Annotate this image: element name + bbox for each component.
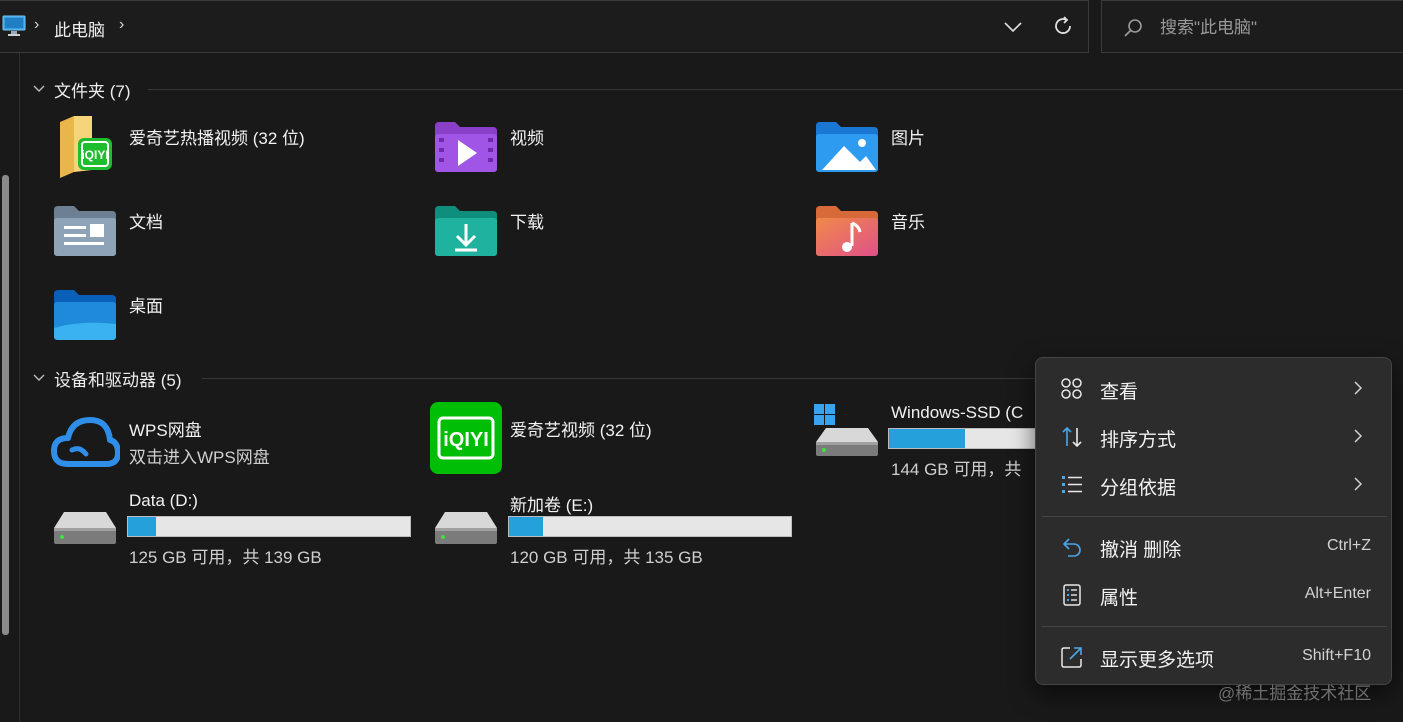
menu-item-label: 显示更多选项 bbox=[1100, 650, 1215, 671]
device-name: WPS网盘 bbox=[129, 421, 202, 440]
iqiyi-app-icon: iQIYI bbox=[430, 402, 502, 474]
documents-folder-icon bbox=[54, 206, 116, 256]
breadcrumb-this-pc[interactable]: 此电脑 bbox=[54, 16, 105, 41]
folder-item-music[interactable]: 音乐 bbox=[814, 196, 1144, 266]
watermark: @稀土掘金技术社区 bbox=[1218, 684, 1372, 703]
undo-icon bbox=[1062, 538, 1081, 557]
folder-item-videos[interactable]: 视频 bbox=[433, 112, 763, 182]
device-item-drive-d[interactable]: Data (D:) 125 GB 可用，共 139 GB bbox=[52, 490, 412, 567]
menu-item-label: 排序方式 bbox=[1100, 430, 1177, 451]
storage-usage-fill bbox=[128, 517, 157, 536]
menu-item-shortcut: Ctrl+Z bbox=[1327, 537, 1371, 554]
menu-item-label: 查看 bbox=[1100, 382, 1139, 403]
menu-item-undo-delete[interactable]: 撤消 删除 Ctrl+Z bbox=[1042, 524, 1387, 568]
this-pc-icon bbox=[2, 15, 26, 36]
menu-item-label: 属性 bbox=[1100, 588, 1139, 609]
grid-view-icon bbox=[1061, 378, 1082, 399]
device-item-drive-e[interactable]: 新加卷 (E:) 120 GB 可用，共 135 GB bbox=[433, 490, 793, 567]
drive-icon bbox=[54, 512, 116, 544]
music-folder-icon bbox=[816, 206, 878, 256]
device-subtitle: 双击进入WPS网盘 bbox=[129, 448, 270, 467]
chevron-right-icon bbox=[1354, 381, 1363, 395]
storage-usage-bar bbox=[127, 516, 411, 537]
group-divider bbox=[148, 89, 1403, 90]
windows-drive-icon bbox=[814, 404, 878, 456]
breadcrumb-separator-icon[interactable]: › bbox=[119, 16, 124, 34]
more-options-icon bbox=[1061, 647, 1082, 668]
folder-item-documents[interactable]: 文档 bbox=[52, 196, 382, 266]
folder-item-pictures[interactable]: 图片 bbox=[814, 112, 1144, 182]
breadcrumb-separator-icon[interactable]: › bbox=[34, 16, 39, 34]
videos-folder-icon bbox=[435, 122, 497, 172]
folder-name: 音乐 bbox=[891, 213, 925, 232]
search-icon bbox=[1124, 19, 1142, 37]
folder-name: 下载 bbox=[510, 213, 544, 232]
sort-icon bbox=[1062, 426, 1082, 448]
storage-usage-bar bbox=[888, 428, 1048, 449]
chevron-down-icon bbox=[33, 85, 45, 92]
folder-name: 视频 bbox=[510, 129, 544, 148]
folder-item-desktop[interactable]: 桌面 bbox=[52, 280, 382, 350]
menu-item-show-more-options[interactable]: 显示更多选项 Shift+F10 bbox=[1042, 634, 1387, 678]
storage-usage-text: 125 GB 可用，共 139 GB bbox=[129, 548, 322, 567]
chevron-right-icon bbox=[1354, 429, 1363, 443]
storage-usage-bar bbox=[508, 516, 792, 537]
folder-name: 文档 bbox=[129, 213, 163, 232]
menu-item-label: 分组依据 bbox=[1100, 478, 1177, 499]
menu-item-shortcut: Alt+Enter bbox=[1304, 585, 1371, 602]
group-header-devices[interactable]: 设备和驱动器 (5) bbox=[32, 366, 182, 390]
menu-item-group-by[interactable]: 分组依据 bbox=[1042, 462, 1387, 506]
group-by-icon bbox=[1062, 476, 1082, 493]
folder-name: 爱奇艺热播视频 (32 位) bbox=[129, 129, 305, 148]
device-item-drive-c[interactable]: Windows-SSD (C 144 GB 可用，共 bbox=[812, 402, 1048, 479]
context-menu[interactable]: 查看 排序方式 分组依据 撤消 删除 Ctrl+Z 属性 Alt+Enter 显… bbox=[1035, 357, 1392, 685]
chevron-down-icon bbox=[33, 374, 45, 381]
refresh-icon[interactable] bbox=[1051, 14, 1075, 38]
menu-item-label: 撤消 删除 bbox=[1100, 540, 1182, 561]
navigation-scrollbar[interactable] bbox=[2, 175, 9, 635]
menu-item-shortcut: Shift+F10 bbox=[1302, 647, 1371, 664]
chevron-down-icon[interactable] bbox=[1002, 16, 1024, 38]
folder-item-iqiyi[interactable]: iQIYI 爱奇艺热播视频 (32 位) bbox=[52, 112, 382, 182]
svg-text:iQIYI: iQIYI bbox=[443, 429, 489, 451]
group-title: 文件夹 (7) bbox=[54, 81, 131, 101]
group-divider bbox=[202, 378, 1037, 379]
folder-name: 图片 bbox=[891, 129, 925, 148]
device-item-iqiyi[interactable]: iQIYI 爱奇艺视频 (32 位) bbox=[430, 402, 770, 476]
search-box[interactable] bbox=[1101, 0, 1403, 53]
group-title: 设备和驱动器 (5) bbox=[54, 370, 182, 390]
folder-item-downloads[interactable]: 下载 bbox=[433, 196, 763, 266]
storage-usage-text: 144 GB 可用，共 bbox=[891, 460, 1022, 479]
menu-item-view[interactable]: 查看 bbox=[1042, 366, 1387, 410]
properties-icon bbox=[1063, 584, 1081, 606]
search-input[interactable] bbox=[1160, 15, 1390, 41]
storage-usage-fill bbox=[509, 517, 543, 536]
chevron-right-icon bbox=[1354, 477, 1363, 491]
wps-cloud-icon bbox=[51, 417, 120, 467]
svg-text:iQIYI: iQIYI bbox=[81, 148, 108, 162]
menu-separator bbox=[1042, 516, 1387, 517]
desktop-folder-icon bbox=[54, 290, 116, 340]
pictures-folder-icon bbox=[816, 122, 878, 172]
group-header-folders[interactable]: 文件夹 (7) bbox=[32, 77, 131, 101]
address-bar[interactable]: › 此电脑 › bbox=[0, 0, 1089, 53]
storage-usage-text: 120 GB 可用，共 135 GB bbox=[510, 548, 703, 567]
downloads-folder-icon bbox=[435, 206, 497, 256]
folder-name: 桌面 bbox=[129, 297, 163, 316]
drive-icon bbox=[435, 512, 497, 544]
menu-item-sort[interactable]: 排序方式 bbox=[1042, 414, 1387, 458]
menu-item-properties[interactable]: 属性 Alt+Enter bbox=[1042, 572, 1387, 616]
device-name: Windows-SSD (C bbox=[891, 403, 1024, 422]
device-item-wps-cloud[interactable]: WPS网盘 双击进入WPS网盘 bbox=[50, 404, 390, 474]
menu-separator bbox=[1042, 626, 1387, 627]
storage-usage-fill bbox=[889, 429, 965, 448]
device-name: 爱奇艺视频 (32 位) bbox=[510, 421, 652, 440]
iqiyi-folder-icon: iQIYI bbox=[60, 116, 112, 178]
device-name: Data (D:) bbox=[129, 491, 198, 510]
device-name: 新加卷 (E:) bbox=[510, 496, 594, 515]
